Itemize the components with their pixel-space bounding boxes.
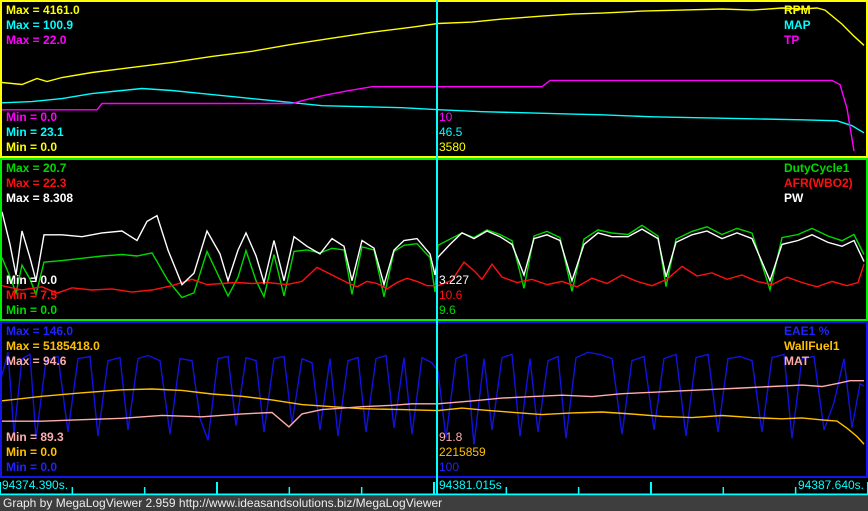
- cursor-value: 10.6: [439, 288, 463, 302]
- chart-panel-dutycycle-afr-pw[interactable]: Max = 20.7 Max = 22.3 Max = 8.308 Min = …: [0, 158, 868, 321]
- trace-wallfuel1: [2, 388, 865, 445]
- cursor-value: 3580: [439, 140, 466, 154]
- cursor-value: 100: [439, 460, 460, 474]
- cursor-values-top: 10 46.5 3580: [439, 110, 466, 155]
- cursor-value: 91.8: [439, 430, 463, 444]
- megalogviewer-graph-window: Max = 4161.0 Max = 100.9 Max = 22.0 Min …: [0, 0, 868, 511]
- cursor-value: 9.6: [439, 303, 456, 317]
- min-label: Min = 0.0: [6, 273, 58, 287]
- legend-item: DutyCycle1: [784, 161, 850, 175]
- legend-item: PW: [784, 191, 804, 205]
- status-bar: Graph by MegaLogViewer 2.959 http://www.…: [0, 496, 868, 511]
- min-label: Min = 0.0: [6, 140, 58, 154]
- trace-eae1-: [2, 351, 865, 445]
- status-text: Graph by MegaLogViewer 2.959 http://www.…: [3, 496, 443, 510]
- max-label: Max = 94.6: [6, 354, 67, 368]
- chart-panel-eae-wallfuel-mat[interactable]: Max = 146.0 Max = 5185418.0 Max = 94.6 M…: [0, 321, 868, 478]
- cursor-value: 2215859: [439, 445, 486, 459]
- time-axis: 94374.390s. 94381.015s 94387.640s.: [0, 478, 868, 496]
- graph-cursor-line[interactable]: [436, 0, 438, 494]
- legend-item: MAP: [784, 18, 811, 32]
- max-label: Max = 20.7: [6, 161, 67, 175]
- cursor-values-middle: 3.227 10.6 9.6: [439, 273, 469, 318]
- legend-item: TP: [784, 33, 800, 47]
- min-labels-bottom: Min = 89.3 Min = 0.0 Min = 0.0: [6, 430, 64, 475]
- time-label-end: 94387.640s.: [797, 478, 864, 492]
- time-label-cursor: 94381.015s: [439, 478, 502, 492]
- min-labels-top: Min = 0.0 Min = 23.1 Min = 0.0: [6, 110, 64, 155]
- legend-item: RPM: [784, 3, 811, 17]
- legend-bottom: EAE1 % WallFuel1 MAT: [784, 324, 840, 369]
- max-label: Max = 146.0: [6, 324, 74, 338]
- min-label: Min = 0.0: [6, 445, 58, 459]
- cursor-value: 3.227: [439, 273, 470, 287]
- min-label: Min = 0.0: [6, 110, 58, 124]
- max-label: Max = 22.3: [6, 176, 67, 190]
- trace-plot-top: [2, 7, 865, 152]
- trace-plot-middle: [2, 211, 865, 299]
- legend-middle: DutyCycle1 AFR(WBO2) PW: [784, 161, 853, 206]
- trace-tp: [2, 79, 855, 152]
- trace-plot-bottom: [2, 351, 865, 445]
- min-label: Min = 89.3: [6, 430, 64, 444]
- max-label: Max = 4161.0: [6, 3, 80, 17]
- max-label: Max = 22.0: [6, 33, 67, 47]
- min-label: Min = 0.0: [6, 460, 58, 474]
- max-labels-bottom: Max = 146.0 Max = 5185418.0 Max = 94.6: [6, 324, 100, 369]
- cursor-value: 10: [439, 110, 453, 124]
- min-label: Min = 7.5: [6, 288, 58, 302]
- min-labels-middle: Min = 0.0 Min = 7.5 Min = 0.0: [6, 273, 57, 318]
- max-label: Max = 5185418.0: [6, 339, 100, 353]
- legend-item: EAE1 %: [784, 324, 830, 338]
- max-labels-middle: Max = 20.7 Max = 22.3 Max = 8.308: [6, 161, 73, 206]
- legend-item: AFR(WBO2): [784, 176, 853, 190]
- min-label: Min = 0.0: [6, 303, 58, 317]
- cursor-values-bottom: 91.8 2215859 100: [439, 430, 486, 475]
- max-label: Max = 8.308: [6, 191, 74, 205]
- legend-item: MAT: [784, 354, 810, 368]
- max-label: Max = 100.9: [6, 18, 74, 32]
- chart-panel-rpm-map-tp[interactable]: Max = 4161.0 Max = 100.9 Max = 22.0 Min …: [0, 0, 868, 158]
- min-label: Min = 23.1: [6, 125, 64, 139]
- trace-rpm: [2, 7, 865, 86]
- max-labels-top: Max = 4161.0 Max = 100.9 Max = 22.0: [6, 3, 80, 48]
- trace-map: [2, 87, 865, 134]
- time-label-start: 94374.390s.: [2, 478, 69, 492]
- time-axis-ruler: [0, 482, 868, 496]
- cursor-value: 46.5: [439, 125, 463, 139]
- legend-item: WallFuel1: [784, 339, 840, 353]
- legend-top: RPM MAP TP: [784, 3, 811, 48]
